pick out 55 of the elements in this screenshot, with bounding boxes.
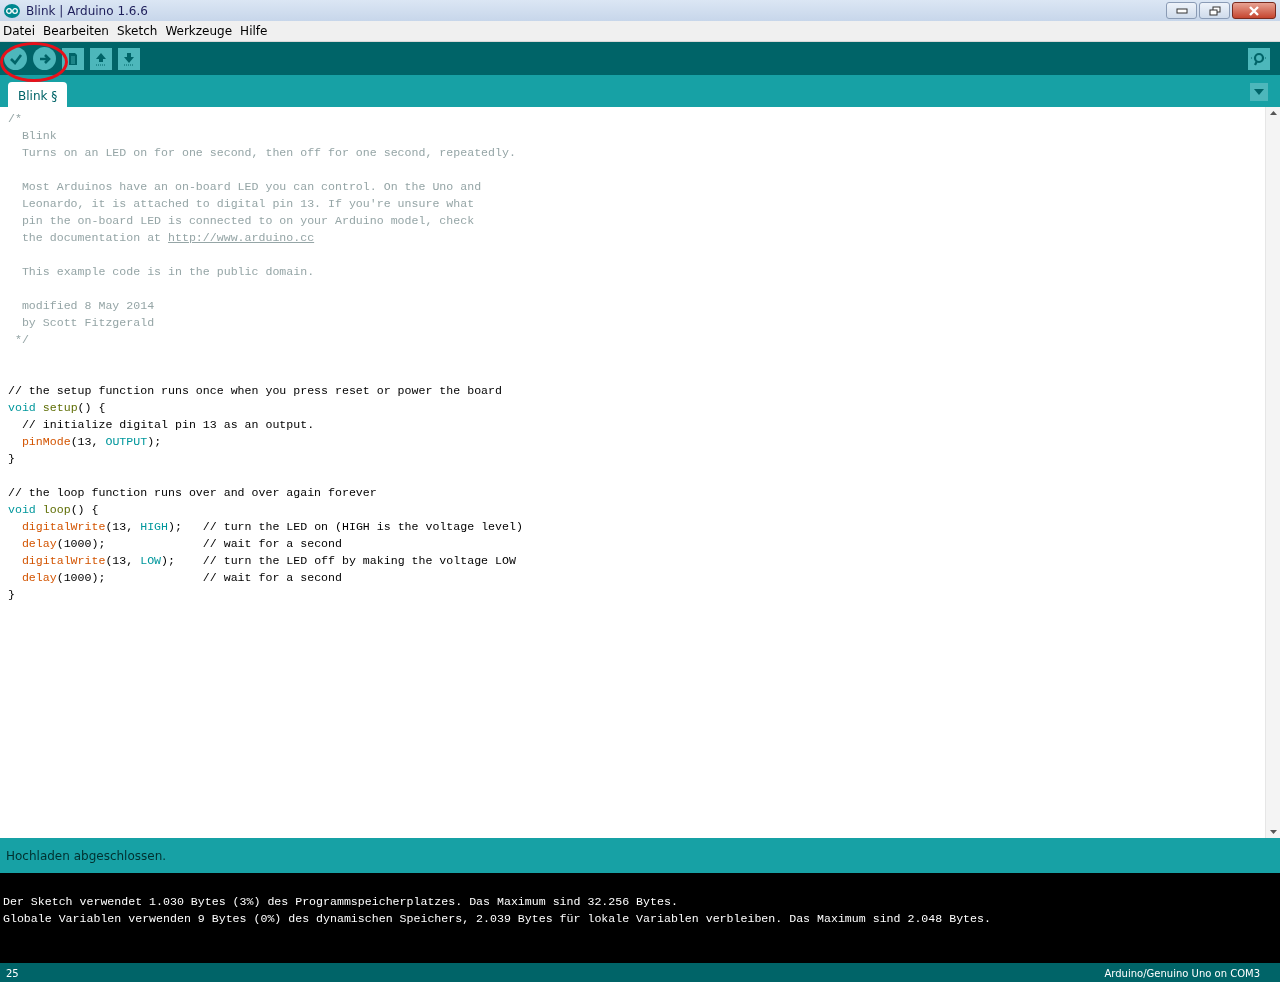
menu-item[interactable]: Werkzeuge (165, 22, 233, 40)
code-comment: /* (8, 111, 23, 127)
code-comment: Turns on an LED on for one second, then off for one second, repeatedly. (20, 145, 517, 161)
scroll-up-icon (1269, 111, 1277, 115)
code-line: // the setup function runs once when you press reset or power the board (8, 383, 503, 399)
down-arrow-icon (121, 50, 137, 67)
open-button[interactable] (90, 47, 112, 70)
tab-menu-button[interactable] (1250, 83, 1268, 101)
code-comment: Leonardo, it is attached to digital pin 13. If you're unsure what (20, 196, 476, 212)
code-line: pinMode(13, OUTPUT); (20, 434, 163, 450)
code-line: void setup() { (8, 400, 107, 416)
restore-button[interactable] (1199, 2, 1230, 19)
close-button[interactable] (1232, 2, 1276, 19)
minimize-icon (1175, 7, 1188, 14)
app-logo-icon (4, 3, 20, 18)
menu-item[interactable]: Sketch (116, 22, 158, 40)
code-line: } (8, 451, 16, 467)
code-line: void loop() { (8, 502, 100, 518)
new-button[interactable] (62, 47, 84, 70)
console-line: Der Sketch verwendet 1.030 Bytes (3%) des Programmspeicherplatzes. Das Maximum sind 32.256 Bytes. (3, 894, 679, 910)
code-comment: modified 8 May 2014 (20, 298, 156, 314)
upload-button[interactable] (33, 47, 56, 70)
sketch-tab[interactable]: Blink § (8, 82, 68, 107)
code-comment: pin the on-board LED is connected to on your Arduino model, check (20, 213, 476, 229)
code-line: digitalWrite(13, LOW); // turn the LED off by making the voltage LOW (20, 553, 517, 569)
menu-item[interactable]: Hilfe (240, 22, 268, 40)
verify-button[interactable] (4, 47, 27, 70)
code-comment: by Scott Fitzgerald (20, 315, 156, 331)
close-icon (1248, 5, 1260, 16)
menu-item[interactable]: Bearbeiten (43, 22, 109, 40)
code-line: digitalWrite(13, HIGH); // turn the LED on (HIGH is the voltage level) (20, 519, 524, 535)
restore-icon (1208, 5, 1221, 16)
code-line: // the loop function runs over and over again forever (8, 485, 378, 501)
code-line: delay(1000); // wait for a second (20, 536, 343, 552)
code-line: // initialize digital pin 13 as an output. (20, 417, 316, 433)
code-comment: */ (13, 332, 30, 348)
status-message: Hochladen abgeschlossen. (6, 847, 167, 865)
scroll-down-icon (1269, 830, 1277, 834)
serial-monitor-button[interactable] (1248, 47, 1270, 70)
code-line: } (8, 587, 16, 603)
code-line: delay(1000); // wait for a second (20, 570, 343, 586)
save-button[interactable] (118, 47, 140, 70)
window-title: Blink | Arduino 1.6.6 (26, 2, 148, 20)
code-comment: the documentation at http://www.arduino.cc (20, 230, 316, 246)
line-number: 25 (6, 967, 19, 981)
code-comment: Blink (20, 128, 58, 144)
magnifier-icon (1250, 50, 1268, 67)
menu-item[interactable]: Datei (3, 22, 35, 40)
code-comment: This example code is in the public domain. (20, 264, 316, 280)
minimize-button[interactable] (1166, 2, 1197, 19)
console-line: Globale Variablen verwenden 9 Bytes (0%) des dynamischen Speichers, 2.039 Bytes für lokale Variablen verbleiben. Das Maximum sind 2.048 Bytes. (3, 911, 992, 927)
caret-icon (1254, 89, 1264, 95)
code-comment: Most Arduinos have an on-board LED you can control. On the Uno and (20, 179, 483, 195)
vertical-scrollbar[interactable] (1265, 107, 1280, 838)
board-port-label: Arduino/Genuino Uno on COM3 (1104, 967, 1260, 981)
